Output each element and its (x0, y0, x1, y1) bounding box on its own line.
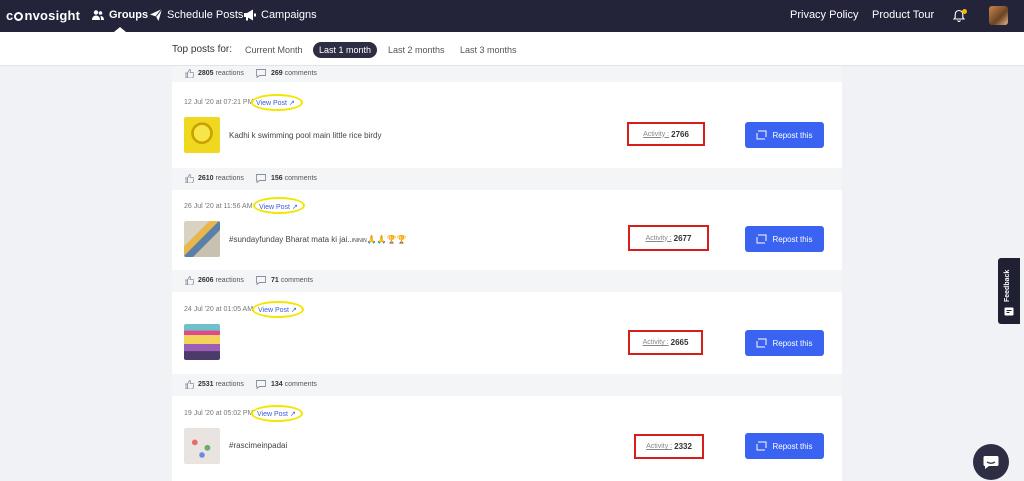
reactions-count: 2606 reactions (198, 277, 244, 284)
activity-score: Activity :2677 (628, 225, 709, 251)
external-link-icon: ↗ (288, 100, 295, 107)
repost-icon (756, 234, 767, 244)
comment-icon (256, 174, 266, 183)
view-post-link[interactable]: View Post ↗ (258, 306, 297, 314)
thumbs-up-icon (185, 69, 194, 78)
nav-campaigns-label: Campaigns (261, 9, 317, 21)
post-thumbnail[interactable] (184, 428, 220, 464)
reactions-count: 2805 reactions (198, 70, 244, 77)
feedback-label: Feedback (1004, 269, 1011, 302)
post-caption: #rascimeinpadai (229, 441, 288, 450)
thumbs-up-icon (185, 174, 194, 183)
repost-icon (756, 441, 767, 451)
notification-dot (962, 9, 967, 14)
paper-plane-icon (150, 9, 162, 21)
post-stats-bar: 2606 reactions 71 comments (172, 270, 842, 292)
feedback-tab[interactable]: Feedback (998, 258, 1020, 324)
repost-icon (756, 338, 767, 348)
top-posts-list: 2805 reactions 269 comments 12 Jul '20 a… (172, 66, 842, 481)
filter-last-3-months[interactable]: Last 3 months (454, 42, 523, 58)
user-avatar[interactable] (989, 6, 1008, 25)
nav-schedule-posts-label: Schedule Posts (167, 9, 244, 21)
view-post-link[interactable]: View Post ↗ (257, 410, 296, 418)
post-thumbnail[interactable] (184, 324, 220, 360)
view-post-link[interactable]: View Post ↗ (259, 203, 298, 211)
repost-button[interactable]: Repost this (745, 226, 824, 252)
thumbs-up-icon (185, 276, 194, 285)
comments-count: 156 comments (271, 175, 317, 182)
comment-icon (256, 69, 266, 78)
post-date: 24 Jul '20 at 01:05 AM (184, 306, 254, 313)
activity-score: Activity :2766 (627, 122, 705, 146)
activity-score: Activity :2665 (628, 330, 703, 355)
comments-count: 269 comments (271, 70, 317, 77)
feedback-icon (1004, 307, 1014, 316)
comments-count: 134 comments (271, 381, 317, 388)
logo-o-mark (14, 12, 24, 21)
top-navbar: c nvosight Groups Schedule Posts Campaign… (0, 0, 1024, 32)
post-date: 12 Jul '20 at 07:21 PM (184, 99, 254, 106)
comment-icon (256, 276, 266, 285)
users-icon (92, 10, 104, 20)
comments-count: 71 comments (271, 277, 314, 284)
filter-current-month[interactable]: Current Month (239, 42, 309, 58)
external-link-icon: ↗ (291, 204, 298, 211)
post-thumbnail[interactable] (184, 221, 220, 257)
chat-bubble-icon (983, 456, 999, 469)
thumbs-up-icon (185, 380, 194, 389)
filter-label: Top posts for: (172, 44, 233, 55)
view-post-link[interactable]: View Post ↗ (256, 99, 295, 107)
product-tour-link[interactable]: Product Tour (872, 9, 934, 21)
post-stats-bar: 2610 reactions 156 comments (172, 168, 842, 190)
convosight-logo[interactable]: c nvosight (6, 8, 80, 23)
megaphone-icon (244, 9, 256, 21)
post-thumbnail[interactable] (184, 117, 220, 153)
external-link-icon: ↗ (290, 307, 297, 314)
nav-campaigns[interactable]: Campaigns (244, 9, 317, 21)
post-stats-bar: 2805 reactions 269 comments (172, 66, 842, 82)
privacy-policy-link[interactable]: Privacy Policy (790, 9, 858, 21)
external-link-icon: ↗ (289, 411, 296, 418)
repost-button[interactable]: Repost this (745, 122, 824, 148)
nav-groups-label: Groups (109, 9, 149, 21)
nav-schedule-posts[interactable]: Schedule Posts (150, 9, 243, 21)
repost-icon (756, 130, 767, 140)
repost-button[interactable]: Repost this (745, 330, 824, 356)
reactions-count: 2531 reactions (198, 381, 244, 388)
filter-last-1-month[interactable]: Last 1 month (313, 42, 378, 58)
repost-button[interactable]: Repost this (745, 433, 824, 459)
post-date: 19 Jul '20 at 05:02 PM (184, 410, 254, 417)
post-stats-bar: 2531 reactions 134 comments (172, 374, 842, 396)
post-caption: #sundayfunday Bharat mata ki jai..INININ… (229, 235, 407, 244)
reactions-count: 2610 reactions (198, 175, 244, 182)
filter-last-2-months[interactable]: Last 2 months (382, 42, 451, 58)
chat-support-button[interactable] (973, 444, 1009, 480)
top-posts-filter-bar: Top posts for: Current Month Last 1 mont… (0, 32, 1024, 66)
nav-groups[interactable]: Groups (92, 9, 148, 21)
comment-icon (256, 380, 266, 389)
post-caption: Kadhi k swimming pool main little rice b… (229, 131, 382, 140)
activity-score: Activity :2332 (634, 434, 704, 459)
post-date: 26 Jul '20 at 11:56 AM (184, 203, 253, 210)
